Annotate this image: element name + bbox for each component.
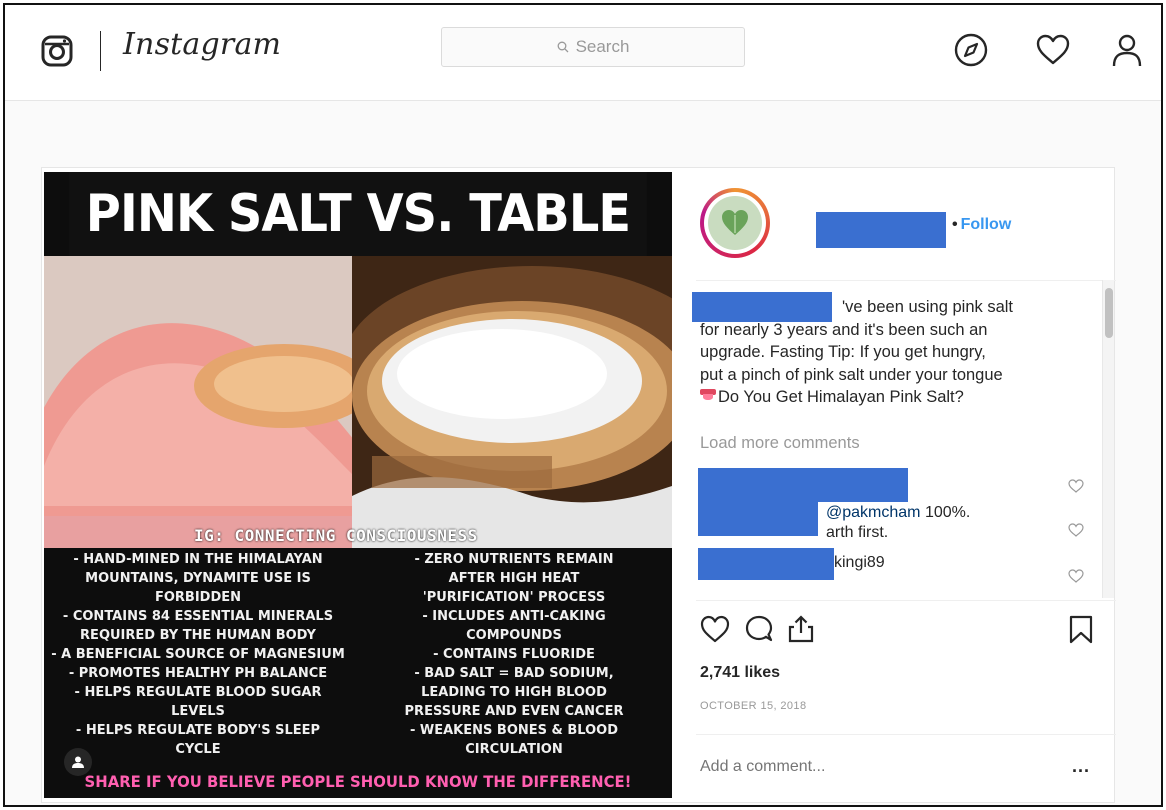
caption-text-1: 've been using pink salt bbox=[842, 298, 1014, 316]
scrollbar-thumb[interactable] bbox=[1105, 288, 1113, 338]
comment-2-text: arth first. bbox=[826, 524, 889, 541]
load-more-comments[interactable]: Load more comments bbox=[700, 434, 860, 453]
leaf-heart-logo-icon bbox=[722, 210, 748, 235]
bookmark-icon[interactable] bbox=[1066, 614, 1096, 644]
avatar-image bbox=[708, 196, 762, 250]
pink-salt-points-text: - HAND-MINED IN THE HIMALAYAN MOUNTAINS,… bbox=[51, 552, 345, 757]
instagram-glyph-icon[interactable] bbox=[41, 35, 73, 67]
follow-separator: • bbox=[952, 216, 958, 233]
post-date[interactable]: OCTOBER 15, 2018 bbox=[700, 700, 806, 712]
post-sidebar: • Follow 've been using pink salt for nea… bbox=[686, 168, 1116, 804]
table-salt-points: - ZERO NUTRIENTS REMAIN AFTER HIGH HEAT … bbox=[356, 550, 672, 759]
caption-line-4: put a pinch of pink salt under your tong… bbox=[700, 365, 1003, 384]
follow-label: Follow bbox=[960, 216, 1012, 233]
comment-like-icon[interactable] bbox=[1068, 522, 1084, 538]
tongue-emoji-icon bbox=[700, 389, 716, 400]
redacted-commenter-2 bbox=[698, 502, 818, 536]
table-salt-photo bbox=[352, 256, 672, 548]
comment-3-text[interactable]: kingi89 bbox=[834, 554, 885, 571]
add-comment-field[interactable] bbox=[700, 758, 1040, 776]
avatar-border bbox=[704, 192, 766, 254]
redacted-caption-author bbox=[692, 292, 832, 322]
comment-2: arth first. bbox=[826, 524, 888, 542]
search-icon bbox=[557, 41, 569, 53]
redacted-commenter-3 bbox=[698, 548, 834, 580]
search-placeholder: Search bbox=[575, 37, 630, 56]
more-options-button[interactable]: ... bbox=[1072, 756, 1090, 777]
post-image[interactable]: PINK SALT VS. TABLE SALT bbox=[44, 172, 672, 798]
browser-frame: Instagram Search PINK SALT VS. TABLE SAL… bbox=[3, 3, 1163, 807]
comment-mention[interactable]: @pakmcham bbox=[826, 504, 921, 521]
image-call-to-action: SHARE IF YOU BELIEVE PEOPLE SHOULD KNOW … bbox=[84, 772, 632, 791]
pink-salt-photo bbox=[44, 256, 352, 548]
post-card: PINK SALT VS. TABLE SALT bbox=[41, 167, 1116, 804]
caption-text-5: Do You Get Himalayan Pink Salt? bbox=[718, 388, 964, 406]
add-comment-divider bbox=[696, 734, 1116, 735]
redacted-username bbox=[816, 212, 946, 248]
image-title: PINK SALT VS. TABLE SALT bbox=[69, 172, 647, 328]
comment-like-icon[interactable] bbox=[1068, 568, 1084, 584]
likes-count[interactable]: 2,741 likes bbox=[700, 664, 780, 682]
instagram-wordmark[interactable]: Instagram bbox=[123, 27, 281, 62]
follow-button[interactable]: • Follow bbox=[952, 216, 1011, 234]
comments-scrollbar[interactable] bbox=[1102, 280, 1114, 598]
redacted-commenter-1 bbox=[698, 468, 908, 502]
compass-icon[interactable] bbox=[953, 32, 989, 68]
avatar[interactable] bbox=[700, 188, 770, 258]
comments-panel: 've been using pink salt for nearly 3 ye… bbox=[686, 278, 1116, 600]
like-icon[interactable] bbox=[700, 614, 730, 644]
heart-icon[interactable] bbox=[1035, 32, 1071, 68]
comment-like-icon[interactable] bbox=[1068, 478, 1084, 494]
comment-3: kingi89 bbox=[834, 554, 885, 572]
caption-line-5: Do You Get Himalayan Pink Salt? bbox=[700, 386, 1070, 409]
comment-1-text: 100%. bbox=[920, 504, 971, 521]
comments-divider bbox=[696, 600, 1116, 601]
profile-icon[interactable] bbox=[1109, 32, 1145, 68]
caption-line-3: upgrade. Fasting Tip: If you get hungry, bbox=[700, 343, 986, 361]
comment-icon[interactable] bbox=[744, 614, 774, 644]
logo-divider bbox=[100, 31, 101, 71]
comment-1: @pakmcham 100%. bbox=[826, 504, 970, 522]
pink-salt-points: - HAND-MINED IN THE HIMALAYAN MOUNTAINS,… bbox=[44, 550, 352, 759]
search-input[interactable]: Search bbox=[441, 27, 745, 67]
image-credit: IG: CONNECTING CONSCIOUSNESS bbox=[194, 526, 478, 545]
share-icon[interactable] bbox=[786, 614, 816, 644]
table-salt-points-text: - ZERO NUTRIENTS REMAIN AFTER HIGH HEAT … bbox=[404, 552, 624, 757]
top-nav-bar: Instagram Search bbox=[5, 5, 1161, 101]
